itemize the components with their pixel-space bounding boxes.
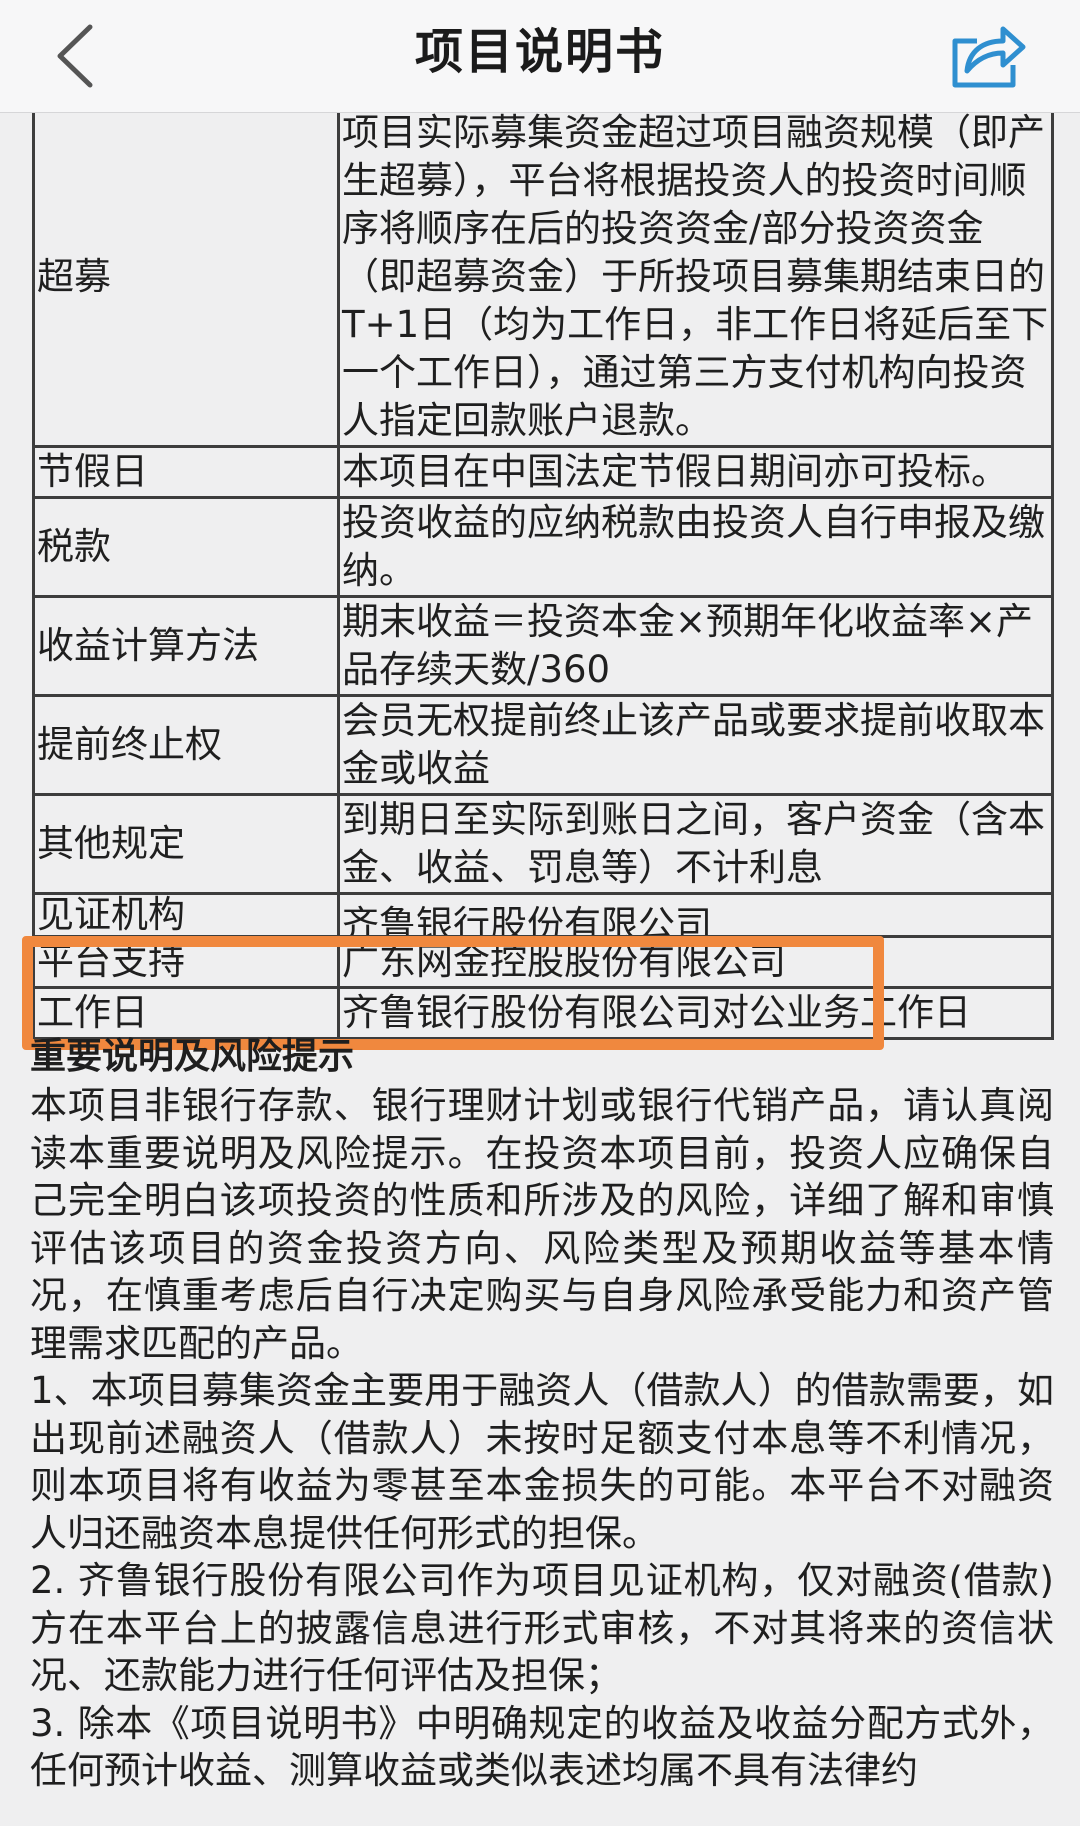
row-label: 提前终止权	[35, 697, 340, 793]
row-value: 期末收益＝投资本金×预期年化收益率×产品存续天数/360	[342, 600, 1034, 691]
table-row: 其他规定 到期日至实际到账日之间，客户资金（含本金、收益、罚息等）不计利息	[35, 796, 1051, 895]
row-value: 齐鲁银行股份有限公司	[342, 903, 712, 935]
content-area[interactable]: 超募 项目实际募集资金超过项目融资规模（即产生超募），平台将根据投资人的投资时间…	[0, 112, 1080, 1826]
row-label: 节假日	[35, 448, 340, 496]
row-label: 收益计算方法	[35, 598, 340, 694]
row-value: 项目实际募集资金超过项目融资规模（即产生超募），平台将根据投资人的投资时间顺序将…	[342, 112, 1049, 442]
page: 项目说明书 超募 项目实际募集资金超过项目融资规模（即产生超募），平台将根据投资…	[0, 0, 1080, 1826]
table-row: 超募 项目实际募集资金超过项目融资规模（即产生超募），平台将根据投资人的投资时间…	[35, 112, 1051, 448]
table-row: 税款 投资收益的应纳税款由投资人自行申报及缴纳。	[35, 499, 1051, 598]
row-value: 齐鲁银行股份有限公司对公业务工作日	[342, 991, 971, 1034]
notice-paragraph: 本项目非银行存款、银行理财计划或银行代销产品，请认真阅读本重要说明及风险提示。在…	[30, 1084, 1054, 1365]
table-row: 收益计算方法 期末收益＝投资本金×预期年化收益率×产品存续天数/360	[35, 598, 1051, 697]
row-label: 工作日	[35, 989, 340, 1037]
share-button[interactable]	[944, 12, 1030, 98]
row-label: 税款	[35, 499, 340, 595]
table-row-highlighted: 平台支持 广东网金控股股份有限公司	[35, 938, 1051, 989]
notice-paragraph: 2. 齐鲁银行股份有限公司作为项目见证机构，仅对融资(借款)方在本平台上的披露信…	[30, 1559, 1054, 1697]
row-value: 投资收益的应纳税款由投资人自行申报及缴纳。	[342, 501, 1045, 592]
notice-paragraph: 1、本项目募集资金主要用于融资人（借款人）的借款需要，如出现前述融资人（借款人）…	[30, 1369, 1054, 1555]
page-title: 项目说明书	[414, 24, 665, 80]
notice-paragraph: 3. 除本《项目说明书》中明确规定的收益及收益分配方式外，任何预计收益、测算收益…	[30, 1701, 1054, 1793]
row-value: 本项目在中国法定节假日期间亦可投标。	[342, 450, 1008, 493]
row-label: 其他规定	[35, 796, 340, 892]
table-row: 见证机构 齐鲁银行股份有限公司	[35, 895, 1051, 938]
row-value: 到期日至实际到账日之间，客户资金（含本金、收益、罚息等）不计利息	[342, 798, 1045, 889]
project-info-table: 超募 项目实际募集资金超过项目融资规模（即产生超募），平台将根据投资人的投资时间…	[32, 112, 1054, 1040]
table-row: 提前终止权 会员无权提前终止该产品或要求提前收取本金或收益	[35, 697, 1051, 796]
share-icon	[952, 26, 1026, 88]
notice-title: 重要说明及风险提示	[30, 1036, 355, 1077]
row-value: 会员无权提前终止该产品或要求提前收取本金或收益	[342, 699, 1045, 790]
row-label: 见证机构	[35, 895, 340, 935]
risk-notice: 重要说明及风险提示 本项目非银行存款、银行理财计划或银行代销产品，请认真阅读本重…	[30, 1036, 1054, 1795]
table-row: 节假日 本项目在中国法定节假日期间亦可投标。	[35, 448, 1051, 499]
nav-header: 项目说明书	[0, 0, 1080, 113]
table-row: 工作日 齐鲁银行股份有限公司对公业务工作日	[35, 989, 1051, 1037]
row-value: 广东网金控股股份有限公司	[342, 940, 786, 983]
row-label: 超募	[35, 112, 340, 445]
row-label: 平台支持	[35, 938, 340, 986]
